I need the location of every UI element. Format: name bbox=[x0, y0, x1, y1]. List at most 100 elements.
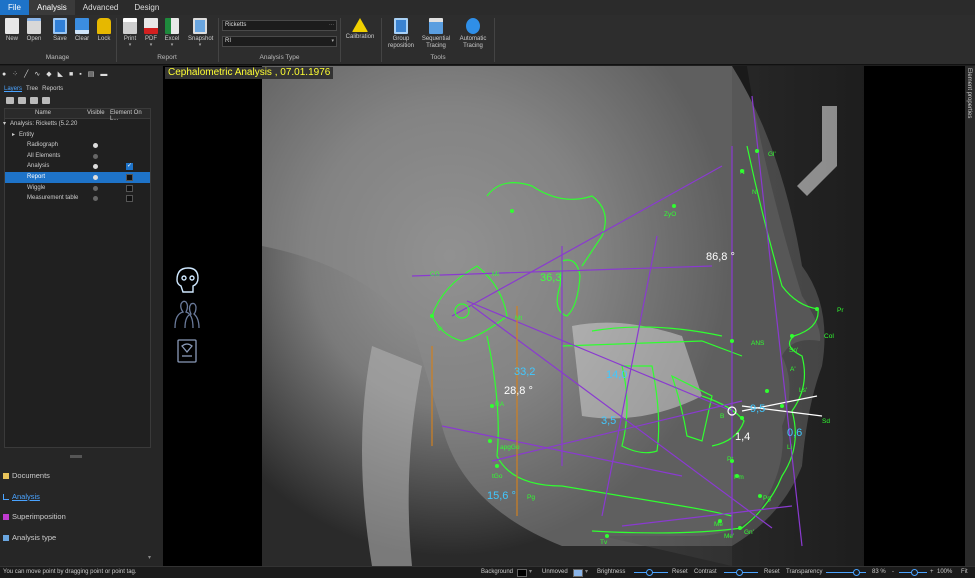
contrast-slider-handle[interactable] bbox=[736, 569, 743, 576]
layer-row[interactable]: Entity ▸ bbox=[5, 130, 150, 141]
layer-row[interactable]: Measurement table bbox=[5, 193, 150, 204]
report-tool-icon[interactable]: ▤ bbox=[88, 70, 95, 80]
clear-button[interactable]: Clear bbox=[71, 18, 93, 43]
cephalometric-viewer[interactable]: Cephalometric Analysis , 07.01.1976 Gl' … bbox=[163, 66, 965, 566]
tab-advanced[interactable]: Advanced bbox=[75, 0, 127, 15]
curve-tool-icon[interactable]: ∿ bbox=[34, 70, 40, 80]
point-label: Sn' bbox=[789, 347, 798, 354]
cephalometric-radiograph[interactable]: Gl' N N' ZyO Pr Mi Mt CoI Sn' ANS A' Ls'… bbox=[262, 66, 864, 566]
visibility-eye-icon[interactable] bbox=[93, 196, 98, 202]
tab-reports[interactable]: Reports bbox=[42, 86, 63, 92]
skull-view-icon[interactable] bbox=[176, 267, 199, 293]
layer-row[interactable]: Radiograph bbox=[5, 140, 150, 151]
multipoint-tool-icon[interactable]: ⁘ bbox=[12, 70, 18, 80]
add-layer-icon[interactable] bbox=[6, 97, 14, 104]
nav-analysis[interactable]: Analysis bbox=[0, 487, 163, 508]
tab-design[interactable]: Design bbox=[126, 0, 167, 15]
visibility-eye-icon[interactable] bbox=[93, 153, 98, 159]
new-button[interactable]: New bbox=[1, 18, 23, 43]
open-button[interactable]: Open bbox=[23, 18, 45, 43]
column-name[interactable]: Name bbox=[35, 110, 51, 116]
element-properties-strip[interactable]: Element properties bbox=[965, 66, 975, 566]
point-tool-icon[interactable]: ● bbox=[2, 70, 6, 80]
nav-superimposition[interactable]: Superimposition bbox=[0, 507, 163, 528]
point-label: N' bbox=[752, 189, 758, 196]
point-label: Pt bbox=[727, 456, 733, 463]
image-layer-icon[interactable] bbox=[42, 97, 50, 104]
element-on-checkbox[interactable] bbox=[126, 173, 133, 181]
panel-splitter[interactable] bbox=[70, 455, 82, 458]
layer-row[interactable]: Wiggle bbox=[5, 183, 150, 194]
excel-button[interactable]: Excel ▾ bbox=[161, 18, 183, 48]
calibration-button[interactable]: Calibration bbox=[344, 18, 376, 41]
brightness-slider-handle[interactable] bbox=[646, 569, 653, 576]
angle-measurement: 28,8 ° bbox=[504, 385, 533, 397]
visibility-eye-icon[interactable] bbox=[93, 143, 98, 149]
transparency-slider[interactable] bbox=[826, 572, 866, 573]
nav-analysis-type[interactable]: Analysis type bbox=[0, 528, 163, 549]
column-visible[interactable]: Visible bbox=[87, 110, 105, 116]
delete-layer-icon[interactable] bbox=[30, 97, 38, 104]
save-button[interactable]: Save bbox=[49, 18, 71, 43]
point-label: Vi bbox=[437, 326, 443, 333]
folder-icon bbox=[3, 473, 9, 479]
background-color-swatch[interactable] bbox=[517, 569, 527, 577]
fill-tool-icon[interactable]: ◆ bbox=[46, 70, 51, 80]
rect-tool-icon[interactable]: ▪ bbox=[79, 70, 81, 80]
contrast-reset-button[interactable]: Reset bbox=[764, 567, 780, 578]
visibility-eye-icon[interactable] bbox=[93, 164, 98, 170]
chevron-down-icon[interactable]: ▾ bbox=[585, 567, 588, 578]
layer-row-label: Report bbox=[27, 173, 46, 180]
line-tool-icon[interactable]: ╱ bbox=[24, 70, 28, 80]
sequential-tracing-button[interactable]: Sequential Tracing bbox=[420, 18, 452, 50]
element-on-checkbox[interactable] bbox=[126, 184, 133, 192]
layer-tree: Name Visible Element On L... Analysis: R… bbox=[3, 108, 151, 448]
automatic-tracing-button[interactable]: Automatic Tracing bbox=[457, 18, 489, 50]
transparency-label: Transparency bbox=[786, 569, 823, 575]
tree-body: Analysis: Ricketts (5.2.20 ▾ Entity ▸ Radiog… bbox=[3, 119, 150, 204]
tab-analysis[interactable]: Analysis bbox=[29, 0, 75, 15]
element-on-checkbox[interactable]: ✓ bbox=[126, 163, 133, 171]
expander-icon[interactable]: ▸ bbox=[12, 130, 15, 141]
chevron-down-icon[interactable]: ▾ bbox=[529, 567, 532, 578]
unmoved-color-swatch[interactable] bbox=[573, 569, 583, 577]
group-reposition-button[interactable]: Group reposition bbox=[385, 18, 417, 50]
chevron-down-icon[interactable]: ▾ bbox=[148, 554, 151, 561]
layer-row[interactable]: Analysis ✓ bbox=[5, 161, 150, 172]
point-label: Pg' bbox=[763, 495, 772, 502]
brightness-reset-button[interactable]: Reset bbox=[672, 567, 688, 578]
layer-row[interactable]: Analysis: Ricketts (5.2.20 ▾ bbox=[3, 119, 150, 130]
profile-view-icon[interactable] bbox=[174, 300, 200, 329]
transparency-slider-handle[interactable] bbox=[853, 569, 860, 576]
nav-documents[interactable]: Documents bbox=[0, 466, 163, 487]
angle-tool-icon[interactable]: ◣ bbox=[58, 70, 63, 80]
tab-tree[interactable]: Tree bbox=[26, 86, 38, 92]
element-on-checkbox[interactable] bbox=[126, 195, 133, 203]
layer-row[interactable]: All Elements bbox=[5, 151, 150, 162]
point-label: Ls' bbox=[799, 387, 807, 394]
layer-row[interactable]: Report bbox=[5, 171, 150, 183]
zoom-slider-handle[interactable] bbox=[911, 569, 918, 576]
snapshot-button[interactable]: Snapshot ▾ bbox=[188, 18, 213, 48]
lock-button[interactable]: Lock bbox=[93, 18, 115, 43]
point-label: Li bbox=[787, 444, 792, 451]
new-file-icon bbox=[5, 18, 19, 34]
fit-button[interactable]: Fit bbox=[961, 567, 968, 578]
point-label: Gn' bbox=[744, 529, 754, 536]
zoom-out-button[interactable]: - bbox=[892, 567, 894, 578]
report-view-icon[interactable] bbox=[177, 339, 197, 363]
analysis-type-combo[interactable]: Ricketts ··· bbox=[222, 20, 337, 31]
square-tool-icon[interactable]: ■ bbox=[69, 70, 73, 80]
visibility-eye-icon[interactable] bbox=[93, 174, 98, 180]
analysis-subtype-combo[interactable]: RI ▾ bbox=[222, 36, 337, 47]
layer-actions bbox=[6, 97, 50, 104]
visibility-eye-icon[interactable] bbox=[93, 185, 98, 191]
minus-tool-icon[interactable]: ▬ bbox=[100, 70, 107, 80]
print-button[interactable]: Print ▾ bbox=[119, 18, 141, 48]
tab-layers[interactable]: Layers bbox=[4, 86, 22, 92]
copy-layer-icon[interactable] bbox=[18, 97, 26, 104]
tab-file[interactable]: File bbox=[0, 0, 29, 15]
zoom-in-button[interactable]: + bbox=[930, 567, 934, 578]
expander-icon[interactable]: ▾ bbox=[3, 119, 6, 130]
pdf-button[interactable]: PDF ▾ bbox=[140, 18, 162, 48]
